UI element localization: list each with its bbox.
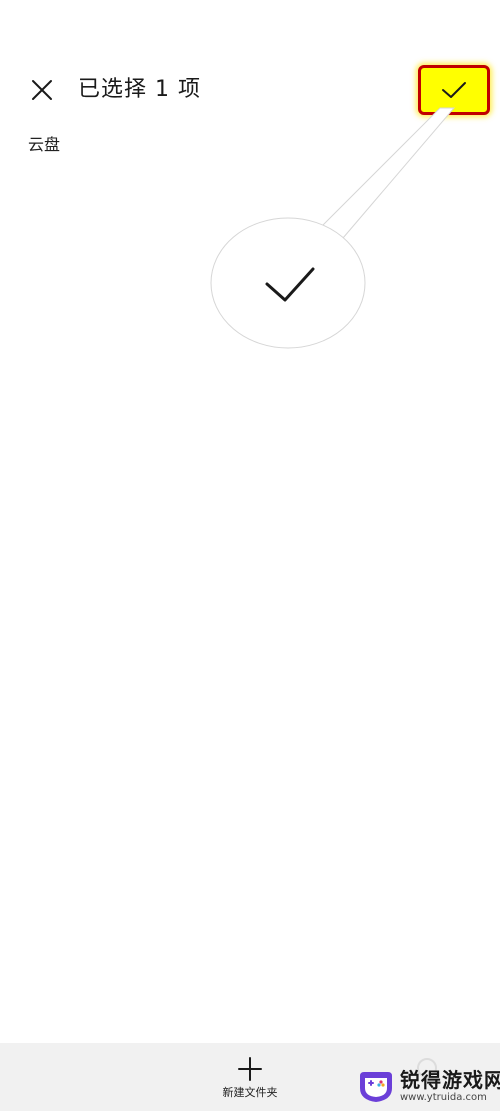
check-icon bbox=[442, 82, 466, 98]
plus-icon bbox=[238, 1057, 262, 1081]
close-button[interactable] bbox=[26, 74, 58, 106]
watermark-logo-icon bbox=[360, 1071, 392, 1102]
confirm-button[interactable] bbox=[418, 65, 490, 115]
magnified-check-icon bbox=[265, 267, 315, 302]
callout-pointer bbox=[321, 107, 456, 239]
close-icon bbox=[32, 80, 52, 100]
new-folder-label: 新建文件夹 bbox=[222, 1086, 278, 1099]
callout-bubble bbox=[210, 217, 366, 349]
watermark-url: www.ytruida.com bbox=[400, 1091, 487, 1103]
page-title: 已选择 1 项 bbox=[78, 77, 201, 102]
watermark-text: 锐得游戏网 www.ytruida.com bbox=[400, 1068, 500, 1104]
watermark-name: 锐得游戏网 bbox=[400, 1067, 500, 1092]
section-label: 云盘 bbox=[28, 135, 61, 154]
new-folder-button[interactable]: 新建文件夹 bbox=[200, 1043, 300, 1111]
top-bar: 已选择 1 项 bbox=[0, 0, 500, 120]
watermark: 锐得游戏网 www.ytruida.com bbox=[356, 1060, 500, 1111]
